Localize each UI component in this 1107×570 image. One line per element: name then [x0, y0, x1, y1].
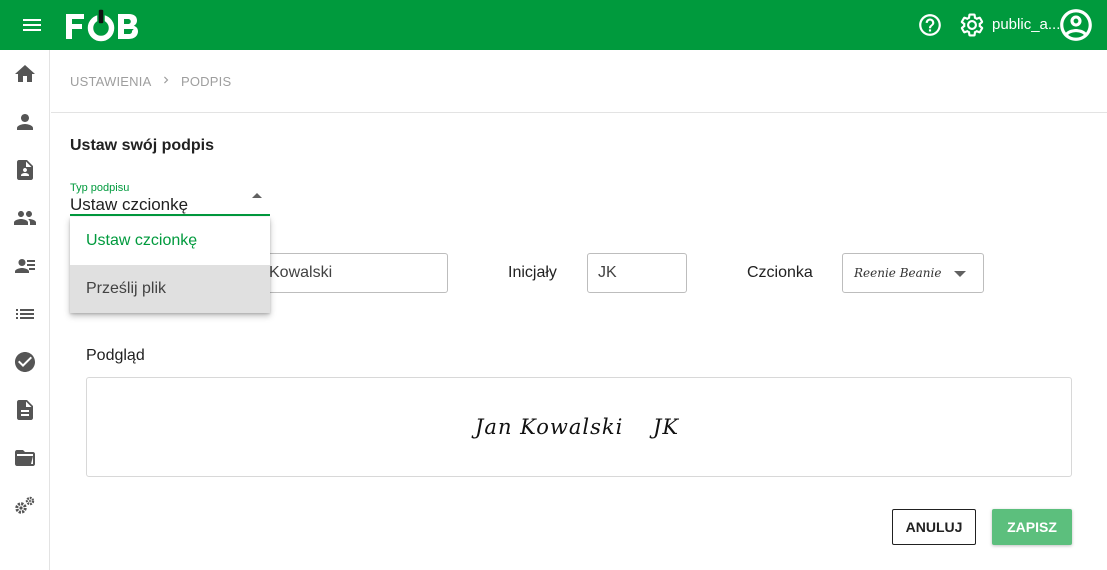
help-icon[interactable] — [917, 12, 943, 38]
header-divider — [51, 112, 1107, 113]
preview-initials-text: JK — [653, 415, 680, 439]
signature-type-select[interactable] — [70, 180, 270, 216]
initials-input[interactable] — [588, 254, 686, 292]
settings-cogs-icon[interactable] — [13, 494, 37, 518]
font-select[interactable]: Reenie Beanie — [842, 253, 984, 293]
initials-field[interactable] — [587, 253, 687, 293]
check-circle-icon[interactable] — [13, 350, 37, 374]
surname-field[interactable] — [255, 253, 448, 293]
list-icon[interactable] — [13, 302, 37, 326]
menu-icon[interactable] — [20, 13, 44, 37]
breadcrumb-item-settings[interactable]: USTAWIENIA — [70, 74, 151, 89]
home-icon[interactable] — [13, 62, 37, 86]
save-button[interactable]: ZAPISZ — [992, 509, 1072, 545]
chevron-right-icon — [164, 76, 169, 84]
app-logo[interactable] — [65, 8, 141, 42]
document-person-icon[interactable] — [13, 158, 37, 182]
preview-label: Podgląd — [86, 347, 145, 364]
menu-option-set-font[interactable]: Ustaw czcionkę — [70, 217, 270, 265]
font-label: Czcionka — [747, 264, 813, 281]
cancel-button[interactable]: ANULUJ — [892, 509, 976, 545]
document-icon[interactable] — [13, 398, 37, 422]
initials-label: Inicjały — [508, 264, 557, 281]
page-title: Ustaw swój podpis — [70, 137, 215, 154]
surname-input[interactable] — [256, 254, 447, 292]
sidebar — [0, 50, 50, 570]
preview-name-text: Jan Kowalski — [475, 415, 624, 439]
menu-option-upload-file[interactable]: Prześlij plik — [70, 265, 270, 313]
signature-type-menu: Ustaw czcionkę Prześlij plik — [70, 217, 270, 313]
folder-open-icon[interactable] — [13, 446, 37, 470]
top-app-bar: public_a... — [0, 0, 1107, 50]
people-icon[interactable] — [13, 206, 37, 230]
person-icon[interactable] — [13, 110, 37, 134]
username-label[interactable]: public_a... — [992, 16, 1060, 33]
gear-icon[interactable] — [959, 12, 985, 38]
signature-preview: Jan Kowalski JK — [86, 377, 1072, 477]
person-list-icon[interactable] — [13, 254, 37, 278]
breadcrumb-item-signature: PODPIS — [181, 74, 232, 89]
font-select-value: Reenie Beanie — [854, 266, 942, 280]
account-circle-icon[interactable] — [1057, 6, 1095, 44]
caret-down-icon — [954, 271, 966, 277]
